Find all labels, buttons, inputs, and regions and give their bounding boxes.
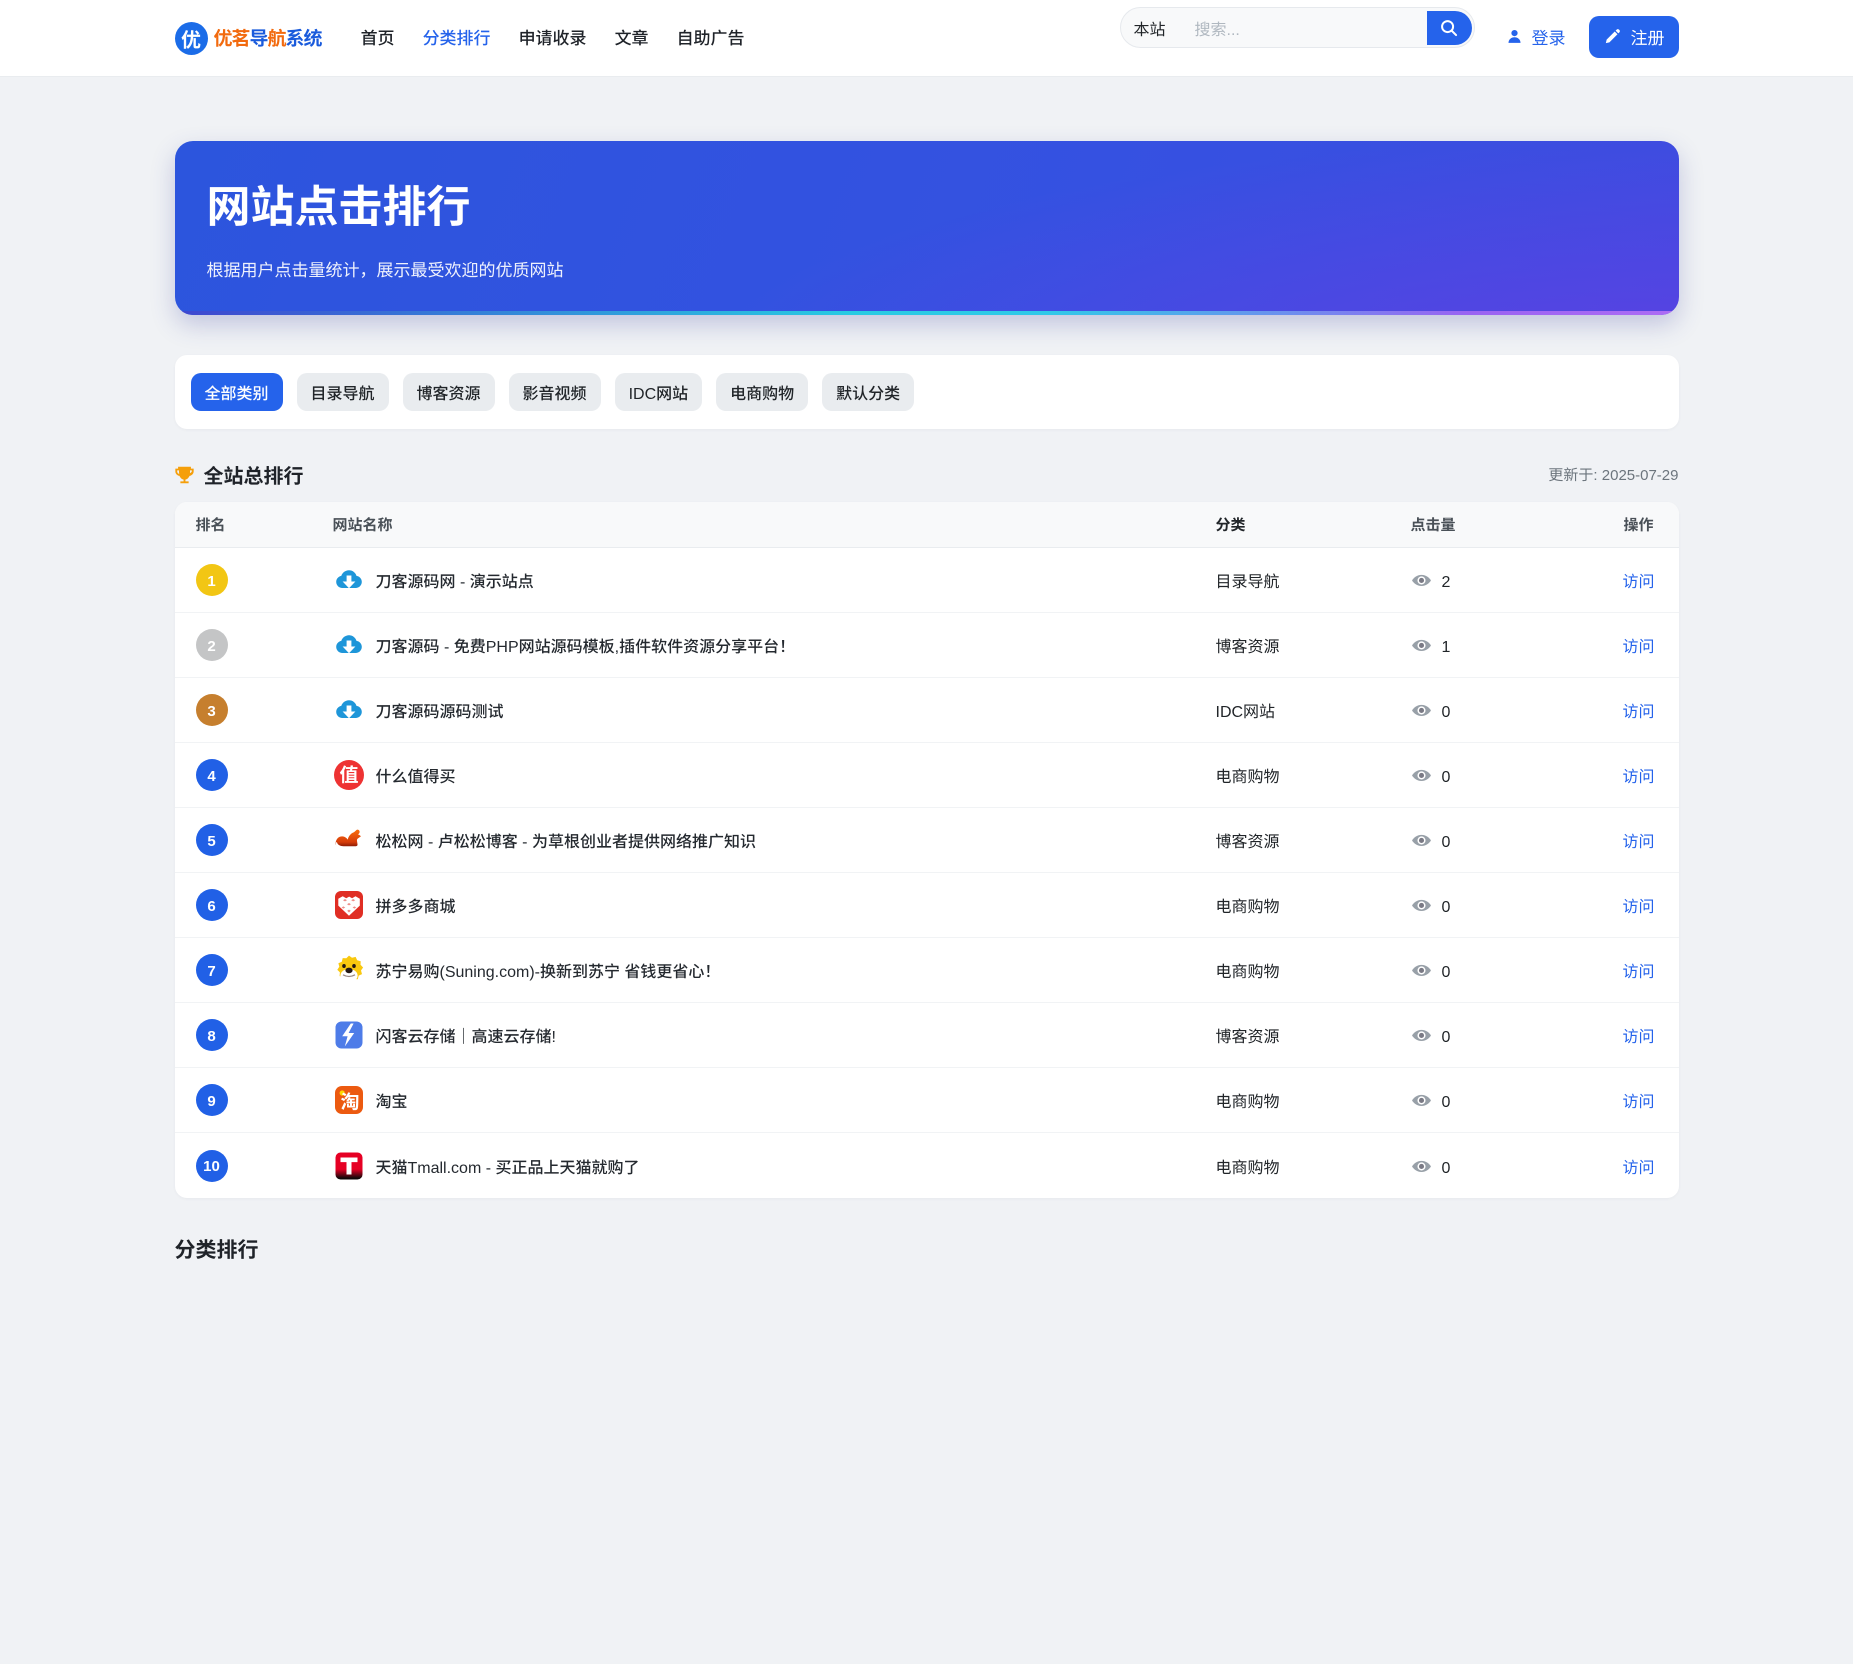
svg-text:值: 值 bbox=[339, 761, 358, 788]
svg-text:淘: 淘 bbox=[340, 1088, 359, 1115]
